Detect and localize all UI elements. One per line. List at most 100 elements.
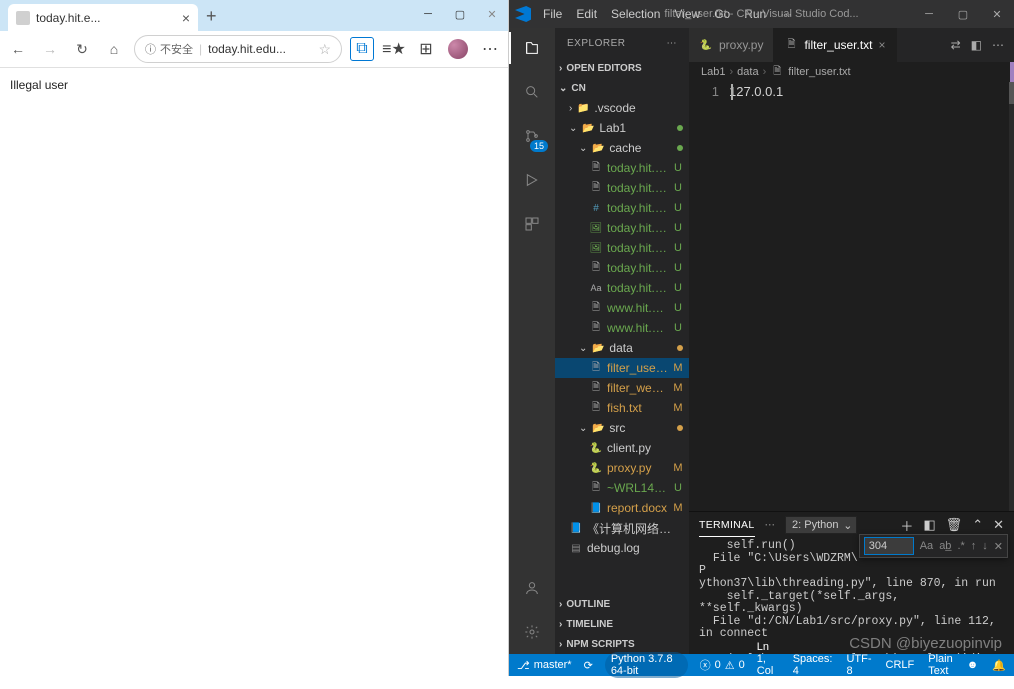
editor-tab[interactable]: 🐍proxy.py <box>689 28 774 62</box>
editor-tab[interactable]: 🗎filter_user.txt× <box>774 28 896 62</box>
folder-row[interactable]: ⌄📂data <box>555 338 689 358</box>
kill-terminal-icon[interactable]: 🗑 <box>946 517 963 533</box>
file-row[interactable]: 🐍client.py <box>555 438 689 458</box>
forward-button[interactable]: → <box>38 37 62 61</box>
explorer-sidebar: EXPLORER ⋯ ›OPEN EDITORS ⌄CN ›📁.vscode⌄📂… <box>555 28 689 654</box>
tab-close-icon[interactable]: × <box>182 10 190 26</box>
folder-row[interactable]: ⌄📂cache <box>555 138 689 158</box>
tab-close-icon[interactable]: × <box>879 38 886 52</box>
npm-section[interactable]: ›NPM SCRIPTS <box>555 634 689 654</box>
search-icon[interactable] <box>520 80 544 104</box>
file-row[interactable]: 🗎www.hit.edu.cnU <box>555 298 689 318</box>
body-text: Illegal user <box>10 78 68 92</box>
file-name: src <box>609 421 673 435</box>
file-row[interactable]: ▤debug.log <box>555 538 689 558</box>
refresh-button[interactable]: ↻ <box>70 37 94 61</box>
close-find-icon[interactable]: ✕ <box>994 540 1003 553</box>
minimap[interactable] <box>1009 82 1014 511</box>
file-row[interactable]: 🗎today.hit.edu....U <box>555 178 689 198</box>
chevron-icon: ⌄ <box>579 423 587 434</box>
breadcrumb-segment[interactable]: data <box>737 66 758 78</box>
more-icon[interactable]: ⋯ <box>478 37 502 61</box>
maximize-button[interactable]: ▢ <box>444 0 476 28</box>
maximize-panel-icon[interactable]: ⌃ <box>972 517 983 533</box>
terminal-selector[interactable]: 2: Python <box>785 516 857 534</box>
browser-window: today.hit.e... × + ─ ▢ ✕ ← → ↻ ⌂ ⓘ 不安全 |… <box>0 0 509 676</box>
file-row[interactable]: 🗎www.hit.edu.c...U <box>555 318 689 338</box>
file-row[interactable]: 🗎filter_user.txtM <box>555 358 689 378</box>
match-case-icon[interactable]: Aa <box>920 540 933 552</box>
minimize-button[interactable]: ─ <box>412 0 444 28</box>
close-button[interactable]: ✕ <box>980 8 1014 21</box>
problems[interactable]: ⓧ 0 ⚠ 0 <box>700 657 745 673</box>
prev-match-icon[interactable]: ↑ <box>971 540 977 552</box>
open-editors-section[interactable]: ›OPEN EDITORS <box>555 58 689 78</box>
breadcrumb-segment[interactable]: filter_user.txt <box>788 66 850 78</box>
explorer-icon[interactable] <box>520 36 544 60</box>
file-row[interactable]: 🗎today.hit.edu....U <box>555 258 689 278</box>
browser-titlebar: today.hit.e... × + ─ ▢ ✕ <box>0 0 508 31</box>
folder-o-icon: 📂 <box>591 421 605 435</box>
favorites-icon[interactable]: ≡★ <box>382 37 406 61</box>
settings-icon[interactable] <box>520 620 544 644</box>
file-row[interactable]: #today.hit.edu....U <box>555 198 689 218</box>
back-button[interactable]: ← <box>6 37 30 61</box>
run-icon[interactable] <box>520 168 544 192</box>
file-row[interactable]: 🖼today.hit.edu....U <box>555 218 689 238</box>
menu-item[interactable]: Selection <box>611 7 660 21</box>
split-icon[interactable]: ◧ <box>971 38 982 52</box>
collections-icon[interactable]: ⧉ <box>350 37 374 61</box>
panel-more-icon[interactable]: ⋯ <box>765 519 776 531</box>
new-terminal-icon[interactable]: ＋ <box>900 516 913 535</box>
file-row[interactable]: 🗎today.hit.edu....U <box>555 158 689 178</box>
address-bar[interactable]: ⓘ 不安全 | today.hit.edu... ☆ <box>134 35 342 63</box>
folder-row[interactable]: ⌄📂Lab1 <box>555 118 689 138</box>
browser-tab[interactable]: today.hit.e... × <box>8 4 198 31</box>
menu-item[interactable]: Edit <box>576 7 597 21</box>
profile-avatar[interactable] <box>446 37 470 61</box>
breadcrumb[interactable]: Lab1›data›🗎filter_user.txt <box>689 62 1014 82</box>
file-row[interactable]: 🗎fish.txtM <box>555 398 689 418</box>
explorer-more-icon[interactable]: ⋯ <box>667 38 678 49</box>
menu-item[interactable]: File <box>543 7 562 21</box>
new-tab-button[interactable]: + <box>198 2 225 31</box>
minimize-button[interactable]: ─ <box>912 8 946 21</box>
scm-icon[interactable]: 15 <box>520 124 544 148</box>
folder-row[interactable]: ⌄ 📂 src <box>555 418 689 438</box>
favorite-icon[interactable]: ☆ <box>318 41 331 58</box>
outline-section[interactable]: ›OUTLINE <box>555 594 689 614</box>
extensions-icon[interactable] <box>520 212 544 236</box>
file-row[interactable]: 📘report.docxM <box>555 498 689 518</box>
more-icon[interactable]: ⋯ <box>992 38 1004 52</box>
git-status: U <box>673 302 683 314</box>
file-row[interactable]: Aatoday.hit.edu....U <box>555 278 689 298</box>
terminal-tab[interactable]: TERMINAL <box>699 514 755 537</box>
next-match-icon[interactable]: ↓ <box>982 540 988 552</box>
code-editor[interactable]: 1 127.0.0.1 <box>689 82 1014 511</box>
python-interpreter[interactable]: Python 3.7.8 64-bit <box>605 652 688 678</box>
find-input[interactable] <box>864 537 914 555</box>
file-row[interactable]: 🖼today.hit.edu....U <box>555 238 689 258</box>
match-word-icon[interactable]: ab̲ <box>939 540 951 552</box>
folder-row[interactable]: ›📁.vscode <box>555 98 689 118</box>
timeline-section[interactable]: ›TIMELINE <box>555 614 689 634</box>
file-row[interactable]: 📘《计算机网络》实验... <box>555 518 689 538</box>
account-icon[interactable] <box>520 576 544 600</box>
close-panel-icon[interactable]: ✕ <box>993 517 1004 533</box>
maximize-button[interactable]: ▢ <box>946 8 980 21</box>
file-row[interactable]: 🗎filter_web.txtM <box>555 378 689 398</box>
split-terminal-icon[interactable]: ◧ <box>923 517 935 533</box>
security-indicator[interactable]: ⓘ 不安全 <box>145 41 193 57</box>
file-row[interactable]: 🐍proxy.pyM <box>555 458 689 478</box>
folder-root-section[interactable]: ⌄CN <box>555 78 689 98</box>
compare-icon[interactable]: ⇄ <box>951 38 961 52</box>
breadcrumb-segment[interactable]: Lab1 <box>701 66 725 78</box>
close-button[interactable]: ✕ <box>476 0 508 28</box>
home-button[interactable]: ⌂ <box>102 37 126 61</box>
sync-icon[interactable]: ⟳ <box>584 659 593 672</box>
regex-icon[interactable]: .* <box>957 540 964 552</box>
git-branch[interactable]: ⎇ master* <box>517 659 572 672</box>
extensions-icon[interactable]: ⊞ <box>414 37 438 61</box>
page-content: Illegal user <box>0 68 508 676</box>
file-row[interactable]: 🗎~WRL1408.tmpU <box>555 478 689 498</box>
